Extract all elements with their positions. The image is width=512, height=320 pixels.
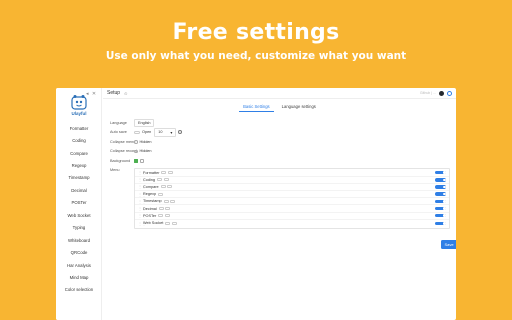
topbar-actions: Github | ...: [419, 90, 452, 96]
menu-item-coding[interactable]: ⋮⋮ Coding: [135, 177, 449, 184]
tab-language-settings[interactable]: Language settings: [278, 102, 320, 112]
collapse-record-row: Collapse record Hidden: [110, 147, 450, 157]
auto-save-toggle[interactable]: [134, 130, 140, 134]
sidebar-item-whiteboard[interactable]: Whiteboard: [56, 234, 102, 246]
main-panel: Setup ⊙ Github | ... Basic Settings Lang…: [103, 88, 456, 320]
menu-item-switch[interactable]: [435, 192, 446, 196]
language-row: Language English: [110, 118, 450, 128]
menu-item-indicator: [165, 221, 171, 225]
menu-item-indicator: [157, 178, 163, 182]
github-icon[interactable]: [439, 90, 444, 96]
collapse-menu-value: Hidden: [139, 139, 152, 144]
collapse-menu-radio[interactable]: [134, 140, 138, 144]
sidebar-item-timestamp[interactable]: Timestamp: [56, 172, 102, 184]
menu-item-compare[interactable]: ⋮⋮ Compare: [135, 184, 449, 192]
menu-item-indicator: [158, 207, 164, 211]
menu-item-label: Formatter: [143, 170, 160, 175]
save-button[interactable]: Save: [441, 240, 456, 249]
menu-item-timestamp[interactable]: ⋮⋮ Timestamp: [135, 198, 449, 206]
menu-item-switch[interactable]: [435, 185, 446, 189]
collapse-record-label: Collapse record: [110, 149, 137, 154]
collapse-menu-row: Collapse menu Hidden: [110, 137, 450, 147]
menu-item-regexp[interactable]: ⋮⋮ Regexp: [135, 191, 449, 199]
menu-list: ⋮⋮ Formatter ⋮⋮ Coding ⋮⋮ Compare ⋮⋮ Reg…: [134, 167, 450, 229]
menu-item-label: Compare: [143, 184, 159, 189]
sidebar: ◂ ✕ Ulayful Formatter Coding Compare Reg…: [56, 88, 102, 320]
menu-item-switch[interactable]: [435, 213, 446, 218]
menu-item-switch[interactable]: [435, 170, 446, 175]
collapse-record-value: Hidden: [139, 149, 152, 154]
sidebar-item-mind-map[interactable]: Mind Map: [56, 271, 102, 283]
logo-icon: [71, 95, 87, 110]
menu-item-indicator: [158, 192, 164, 196]
sidebar-item-har-analysis[interactable]: Har Analysis: [56, 259, 102, 271]
settings-badge-icon: ⊙: [124, 90, 128, 96]
menu-item-indicator: [163, 199, 169, 203]
menu-item-indicator: [161, 171, 167, 175]
app-window: ◂ ✕ Ulayful Formatter Coding Compare Reg…: [56, 88, 456, 320]
menu-item-switch[interactable]: [435, 178, 446, 182]
auto-save-seconds-input[interactable]: 10 ▾: [154, 127, 177, 137]
sidebar-item-qrcode[interactable]: QRCode: [56, 246, 102, 258]
collapse-record-radio[interactable]: [134, 149, 138, 153]
menu-item-switch[interactable]: [435, 199, 446, 204]
sidebar-item-compare[interactable]: Compare: [56, 147, 102, 159]
hero-title: Free settings: [172, 20, 340, 45]
hero-subtitle: Use only what you need, customize what y…: [105, 50, 407, 62]
topbar-right-text: Github | ...: [419, 91, 436, 95]
auto-save-seconds: 10: [158, 129, 163, 134]
background-row: Background: [110, 156, 450, 166]
menu-item-indicator: [170, 199, 176, 203]
language-label: Language: [110, 120, 127, 125]
menu-item-label: Web Socket: [143, 221, 164, 226]
settings-form: Language English Auto save Open 10 ▾ Col…: [110, 118, 450, 229]
menu-item-indicator: [171, 221, 177, 225]
page-title: Setup: [107, 90, 121, 96]
sidebar-nav: Formatter Coding Compare Regexp Timestam…: [56, 122, 102, 296]
background-image-picker[interactable]: [140, 158, 144, 163]
menu-item-label: Regexp: [143, 192, 157, 197]
sidebar-item-decimal[interactable]: Decimal: [56, 184, 102, 196]
gear-icon[interactable]: [447, 90, 452, 96]
sidebar-item-regexp[interactable]: Regexp: [56, 159, 102, 171]
menu-item-switch[interactable]: [435, 206, 446, 211]
sidebar-item-formatter[interactable]: Formatter: [56, 122, 102, 134]
menu-item-indicator: [165, 207, 171, 211]
help-icon[interactable]: [178, 130, 183, 135]
menu-item-indicator: [167, 171, 173, 175]
menu-row: Menu ⋮⋮ Formatter ⋮⋮ Coding ⋮⋮ Compare ⋮…: [110, 167, 450, 229]
tab-basic-settings[interactable]: Basic Settings: [239, 102, 274, 112]
background-color-swatch[interactable]: [134, 158, 138, 163]
topbar: Setup ⊙ Github | ...: [103, 88, 456, 99]
auto-save-row: Auto save Open 10 ▾: [110, 127, 450, 138]
menu-item-web-socket[interactable]: ⋮⋮ Web Socket: [135, 220, 449, 227]
menu-item-indicator: [158, 214, 164, 218]
auto-save-value: Open: [142, 130, 152, 135]
menu-item-formatter[interactable]: ⋮⋮ Formatter: [135, 170, 449, 177]
sidebar-item-typing[interactable]: Typing: [56, 222, 102, 234]
sidebar-item-poster[interactable]: POSTer: [56, 197, 102, 209]
background-label: Background: [110, 158, 131, 163]
auto-save-label: Auto save: [110, 130, 127, 135]
menu-item-label: Timestamp: [143, 199, 162, 204]
sidebar-item-web-socket[interactable]: Web Socket: [56, 209, 102, 221]
menu-item-label: Decimal: [143, 206, 157, 211]
menu-item-switch[interactable]: [435, 221, 446, 226]
menu-item-indicator: [160, 185, 166, 189]
menu-item-decimal[interactable]: ⋮⋮ Decimal: [135, 205, 449, 213]
sidebar-item-color-selection[interactable]: Color selection: [56, 284, 102, 296]
menu-item-indicator: [164, 214, 170, 218]
menu-item-indicator: [167, 185, 173, 189]
menu-item-label: POSTer: [143, 213, 157, 218]
menu-item-label: Coding: [143, 177, 156, 182]
stepper-icon[interactable]: ▾: [170, 130, 172, 135]
collapse-menu-label: Collapse menu: [110, 139, 136, 144]
settings-tabs: Basic Settings Language settings: [103, 102, 456, 112]
menu-item-indicator: [163, 178, 169, 182]
logo-text: Ulayful: [71, 111, 87, 116]
menu-item-poster[interactable]: ⋮⋮ POSTer: [135, 213, 449, 220]
language-select[interactable]: English: [134, 118, 155, 127]
menu-label: Menu: [110, 167, 120, 172]
sidebar-item-coding[interactable]: Coding: [56, 134, 102, 146]
